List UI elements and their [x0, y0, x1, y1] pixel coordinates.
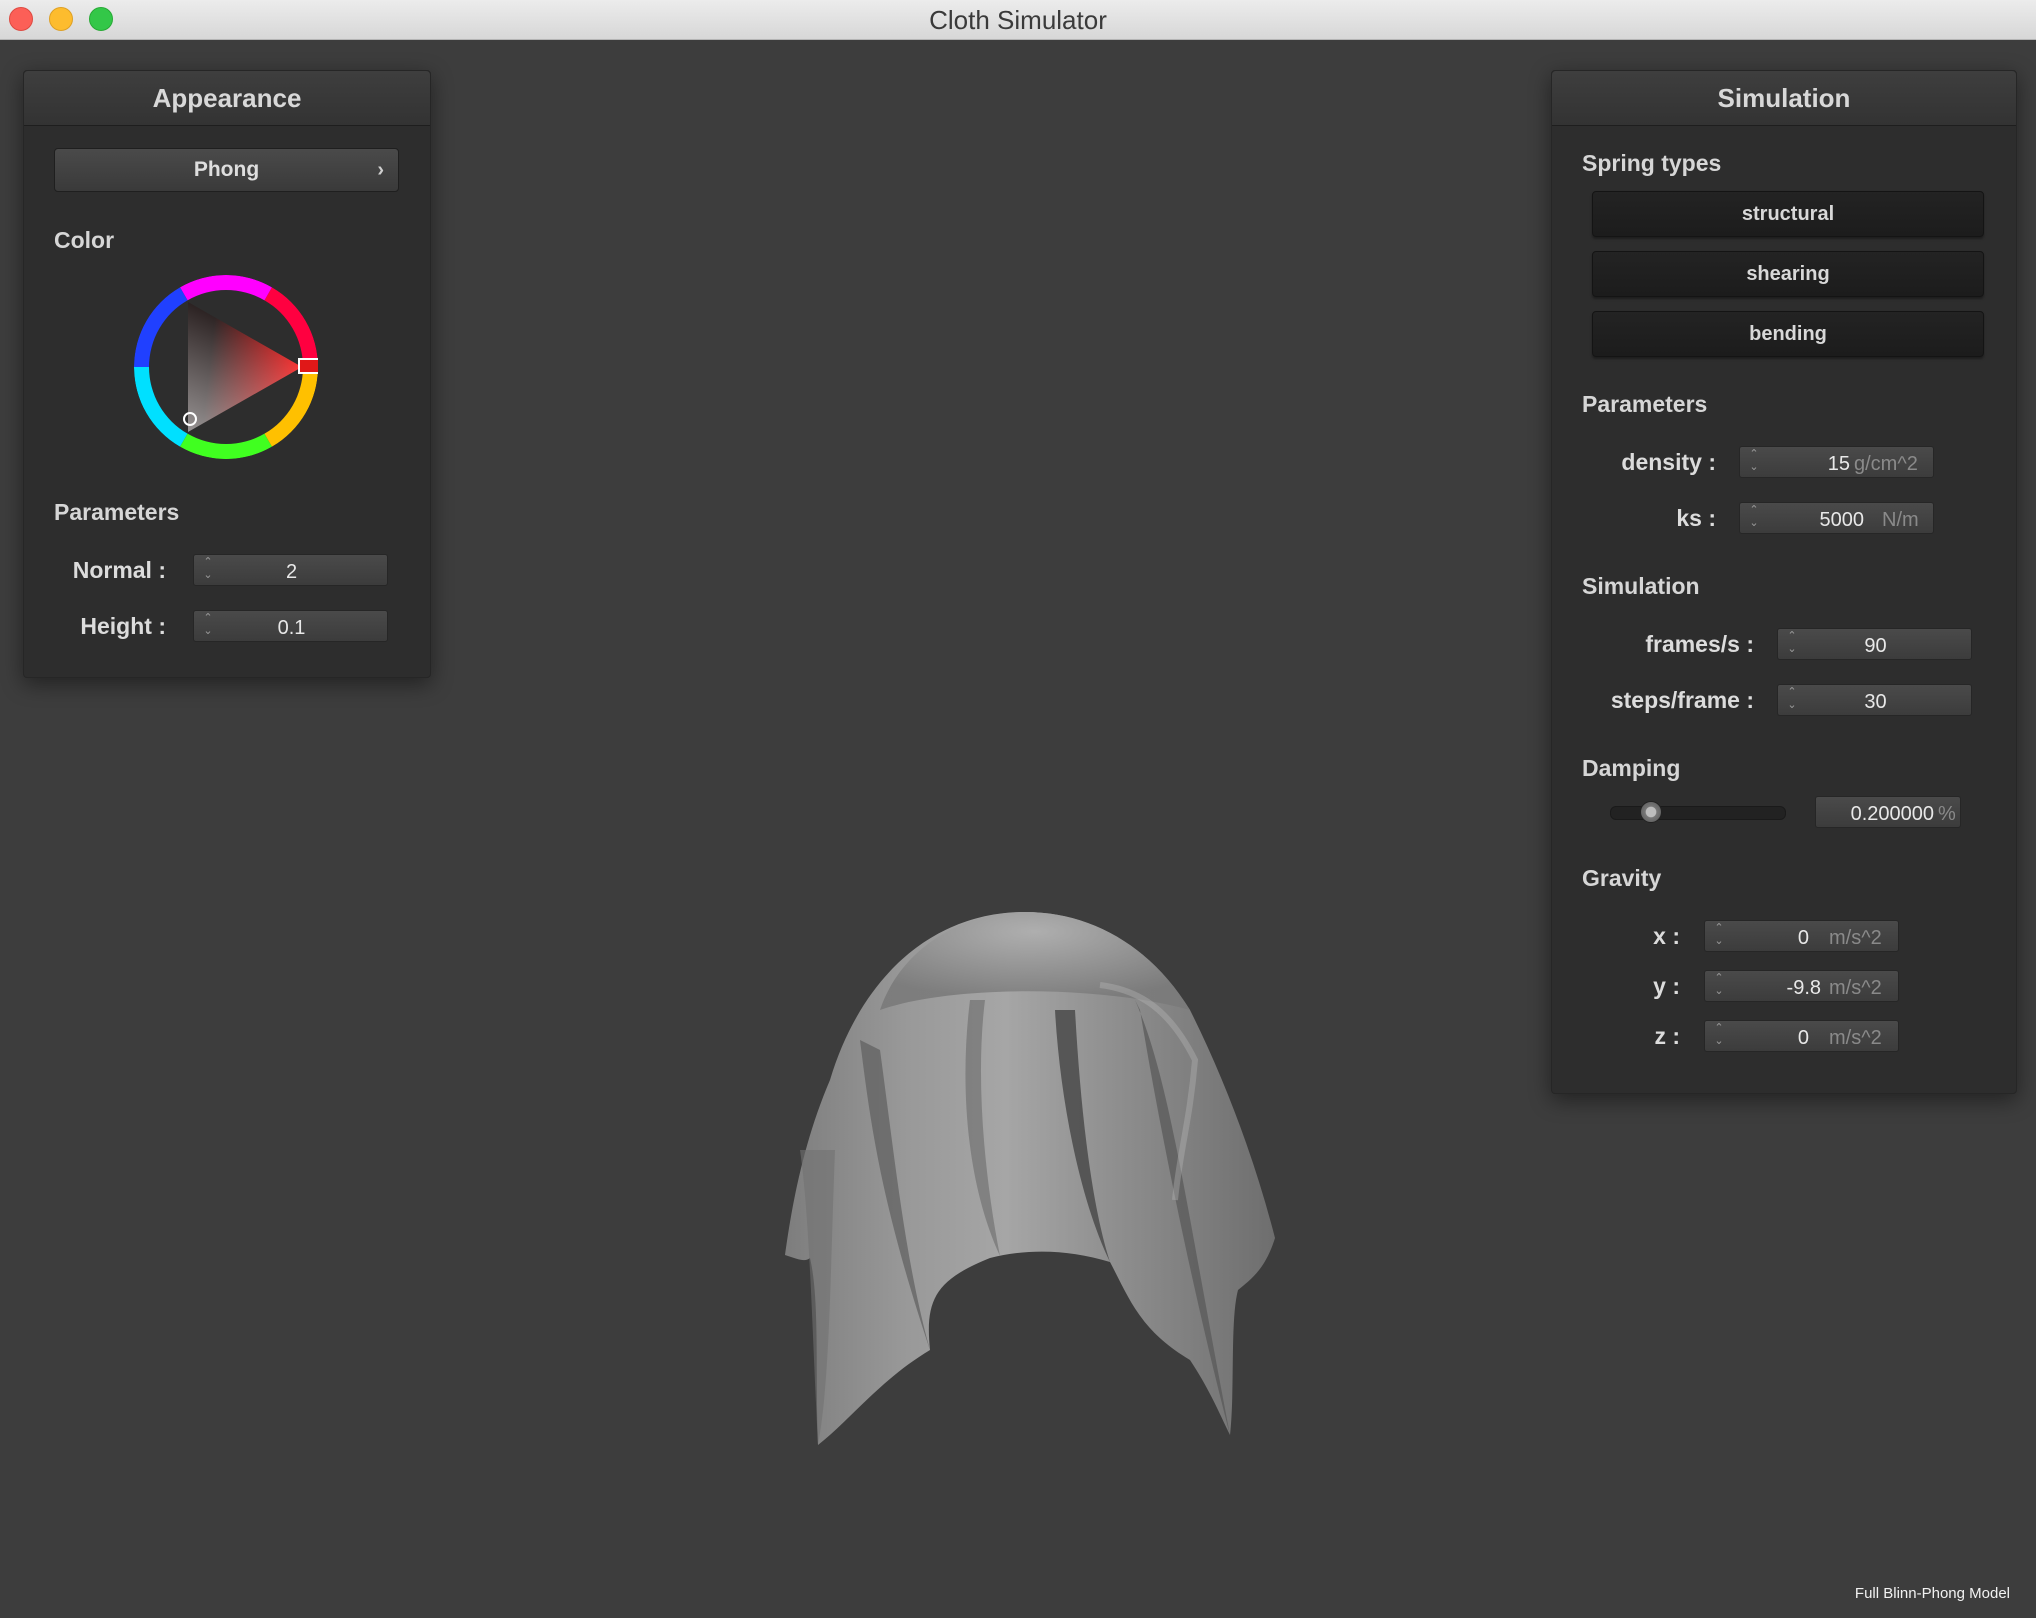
gravity-x-unit: m/s^2	[1829, 927, 1882, 949]
chevron-right-icon: ›	[377, 159, 384, 181]
gravity-z-unit: m/s^2	[1829, 1027, 1882, 1049]
ks-unit: N/m	[1882, 509, 1919, 531]
steps-value: 30	[1864, 691, 1887, 713]
shader-select-button[interactable]: Phong ›	[54, 148, 399, 192]
gravity-x-value: 0	[1797, 927, 1809, 949]
density-value: 15	[1827, 453, 1850, 475]
damping-input[interactable]: 0.200000 %	[1815, 796, 1961, 828]
ks-label: ks :	[1676, 505, 1716, 531]
spin-arrows-icon[interactable]: ⌃ ⌄	[202, 556, 214, 582]
damping-unit: %	[1938, 803, 1956, 825]
color-wheel[interactable]	[134, 275, 318, 459]
gravity-z-value: 0	[1797, 1027, 1809, 1049]
ks-input[interactable]: ⌃ ⌄ 5000 N/m	[1739, 502, 1934, 534]
title-bar: Cloth Simulator	[0, 0, 2036, 40]
normal-input[interactable]: ⌃ ⌄ 2	[193, 554, 388, 586]
damping-value: 0.200000	[1850, 803, 1934, 825]
density-label: density :	[1621, 449, 1716, 475]
gravity-x-label: x :	[1653, 923, 1680, 949]
damping-label: Damping	[1582, 755, 1681, 781]
gravity-y-value: -9.8	[1786, 977, 1821, 999]
simulation-panel-header: Simulation	[1552, 71, 2016, 126]
gravity-label: Gravity	[1582, 865, 1662, 891]
gravity-y-unit: m/s^2	[1829, 977, 1882, 999]
status-text: Full Blinn-Phong Model	[1854, 1585, 2010, 1602]
cloth-mesh	[785, 912, 1275, 1445]
spin-arrows-icon[interactable]: ⌃ ⌄	[202, 612, 214, 638]
spring-types-label: Spring types	[1582, 150, 1722, 176]
gravity-x-input[interactable]: ⌃ ⌄ 0 m/s^2	[1704, 920, 1899, 952]
gravity-z-label: z :	[1654, 1023, 1680, 1049]
normal-label: Normal :	[72, 557, 166, 583]
color-section-label: Color	[54, 227, 115, 253]
density-input[interactable]: ⌃ ⌄ 15 g/cm^2	[1739, 446, 1934, 478]
bending-spring-button[interactable]: bending	[1592, 311, 1984, 357]
simulation-section-label: Simulation	[1582, 573, 1700, 599]
spin-arrows-icon[interactable]: ⌃ ⌄	[1786, 630, 1798, 656]
simulation-panel: Simulation Spring types structural shear…	[1551, 70, 2017, 1094]
damping-slider[interactable]	[1610, 801, 1786, 823]
shearing-spring-button[interactable]: shearing	[1592, 251, 1984, 297]
spin-arrows-icon[interactable]: ⌃ ⌄	[1748, 504, 1760, 530]
ks-value: 5000	[1819, 509, 1865, 531]
spin-arrows-icon[interactable]: ⌃ ⌄	[1786, 686, 1798, 712]
structural-spring-button[interactable]: structural	[1592, 191, 1984, 237]
shader-select-label: Phong	[193, 158, 260, 181]
height-value: 0.1	[277, 617, 306, 639]
fps-label: frames/s :	[1645, 631, 1754, 657]
damping-slider-track	[1610, 806, 1786, 820]
spin-arrows-icon[interactable]: ⌃ ⌄	[1748, 448, 1760, 474]
density-unit: g/cm^2	[1854, 453, 1918, 475]
appearance-panel-header: Appearance	[24, 71, 430, 126]
appearance-parameters-label: Parameters	[54, 499, 180, 525]
height-input[interactable]: ⌃ ⌄ 0.1	[193, 610, 388, 642]
appearance-panel: Appearance Phong › Color Parameters Norm…	[23, 70, 431, 678]
window-title: Cloth Simulator	[929, 5, 1107, 35]
steps-label: steps/frame :	[1610, 687, 1754, 713]
gravity-z-input[interactable]: ⌃ ⌄ 0 m/s^2	[1704, 1020, 1899, 1052]
steps-input[interactable]: ⌃ ⌄ 30	[1777, 684, 1972, 716]
height-label: Height :	[80, 613, 166, 639]
fps-input[interactable]: ⌃ ⌄ 90	[1777, 628, 1972, 660]
spin-arrows-icon[interactable]: ⌃ ⌄	[1713, 972, 1725, 998]
gravity-y-label: y :	[1653, 973, 1680, 999]
gravity-y-input[interactable]: ⌃ ⌄ -9.8 m/s^2	[1704, 970, 1899, 1002]
normal-value: 2	[285, 561, 298, 583]
simulation-parameters-label: Parameters	[1582, 391, 1708, 417]
fps-value: 90	[1864, 635, 1887, 657]
spin-arrows-icon[interactable]: ⌃ ⌄	[1713, 922, 1725, 948]
spin-arrows-icon[interactable]: ⌃ ⌄	[1713, 1022, 1725, 1048]
